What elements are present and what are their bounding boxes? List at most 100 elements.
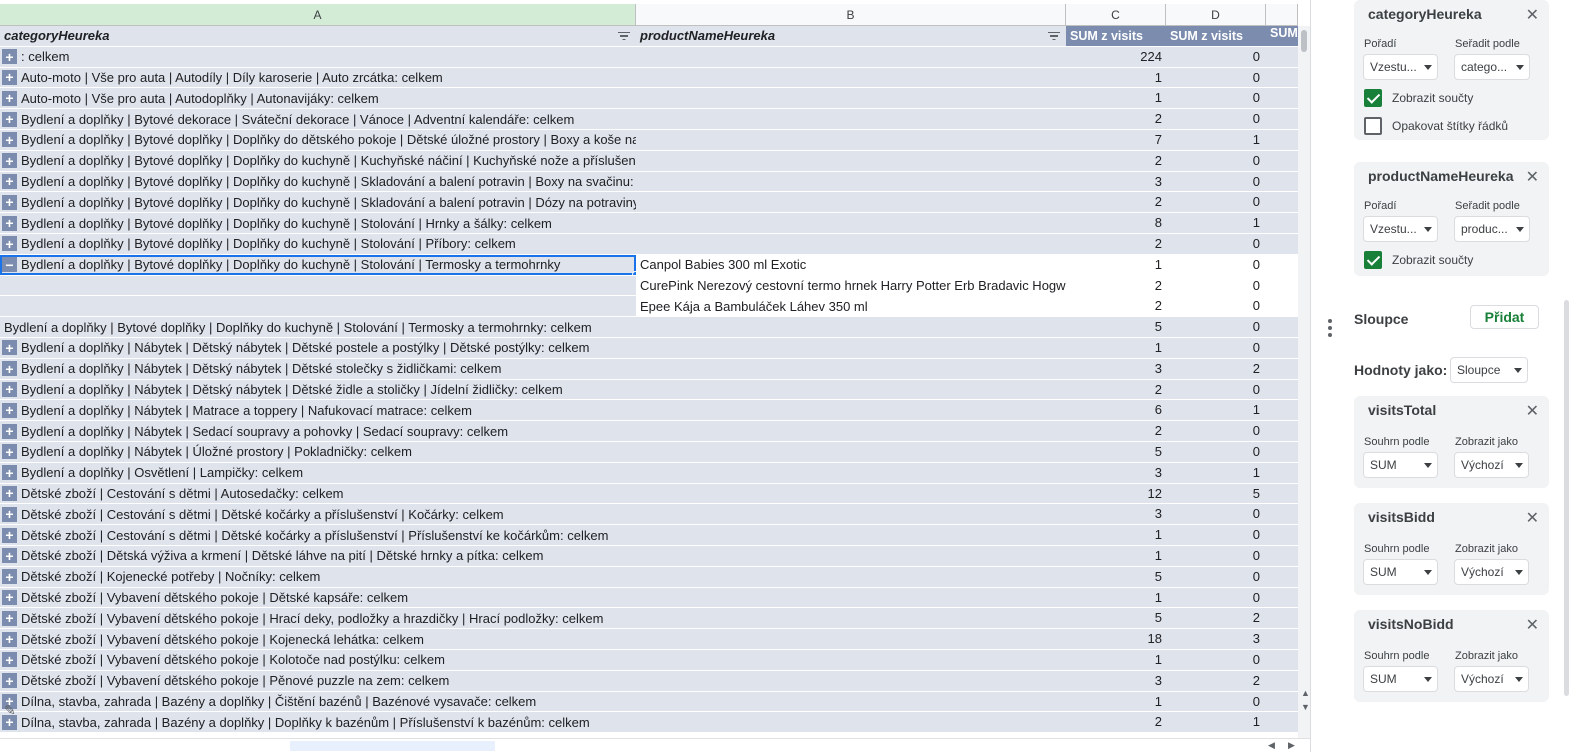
category-cell[interactable]: − Bydlení a doplňky | Bytové doplňky | Do… [0, 254, 636, 275]
expand-icon[interactable]: + [2, 569, 17, 585]
sum-visits-nobidd-cell[interactable] [1266, 400, 1298, 420]
sum-visits-nobidd-cell[interactable] [1266, 296, 1298, 316]
product-cell[interactable] [636, 504, 1066, 524]
sum-visits-bidd-cell[interactable]: 0 [1166, 88, 1266, 108]
sum-visits-bidd-cell[interactable]: 1 [1166, 400, 1266, 420]
sum-visits-bidd-cell[interactable]: 0 [1166, 109, 1266, 129]
sum-visits-total-cell[interactable]: 1 [1066, 650, 1166, 670]
sum-visits-nobidd-cell[interactable] [1266, 276, 1298, 296]
expand-icon[interactable]: + [2, 49, 17, 65]
sum-visits-total-cell[interactable]: 2 [1066, 234, 1166, 254]
category-cell[interactable]: + Bydlení a doplňky | Bytové dekorace | S… [0, 109, 636, 129]
sum-visits-total-cell[interactable]: 1 [1066, 692, 1166, 712]
sum-visits-nobidd-cell[interactable] [1266, 442, 1298, 462]
expand-icon[interactable]: + [2, 381, 17, 397]
category-cell[interactable]: + Dětské zboží | Cestování s dětmi | Děts… [0, 504, 636, 524]
order-dropdown[interactable]: Vzestu... [1363, 216, 1438, 242]
sum-visits-nobidd-cell[interactable] [1266, 546, 1298, 566]
sum-visits-nobidd-cell[interactable] [1266, 484, 1298, 504]
expand-icon[interactable]: + [2, 673, 17, 689]
expand-icon[interactable]: + [2, 465, 17, 481]
sum-visits-bidd-cell[interactable]: 3 [1166, 629, 1266, 649]
sum-visits-total-cell[interactable]: 1 [1066, 68, 1166, 88]
sum-visits-total-cell[interactable]: 3 [1066, 504, 1166, 524]
column-header-a[interactable]: A [0, 4, 636, 26]
vertical-scrollbar[interactable] [1298, 26, 1310, 738]
sum-visits-nobidd-cell[interactable] [1266, 671, 1298, 691]
order-dropdown[interactable]: Vzestu... [1363, 54, 1438, 80]
category-cell[interactable] [0, 275, 636, 296]
scroll-up-icon[interactable]: ▲ [1301, 688, 1310, 698]
expand-icon[interactable]: + [2, 423, 17, 439]
category-cell[interactable]: + Bydlení a doplňky | Nábytek | Dětský ná… [0, 380, 636, 400]
sum-visits-bidd-cell[interactable]: 0 [1166, 68, 1266, 88]
category-cell[interactable]: + Auto-moto | Vše pro auta | Autodoplňky … [0, 88, 636, 108]
expand-icon[interactable]: + [2, 610, 17, 626]
header-cell-sum-visits-bidd[interactable]: SUM z visits [1166, 26, 1266, 46]
category-cell[interactable]: + Dětské zboží | Vybavení dětského pokoje… [0, 650, 636, 670]
sum-visits-total-cell[interactable]: 1 [1066, 338, 1166, 358]
sum-visits-total-cell[interactable]: 7 [1066, 130, 1166, 150]
expand-icon[interactable]: + [2, 485, 17, 501]
category-cell[interactable]: + Dětské zboží | Vybavení dětského pokoje… [0, 629, 636, 649]
sum-visits-total-cell[interactable]: 1 [1066, 88, 1166, 108]
panel-scrollbar[interactable] [1564, 300, 1569, 696]
sum-visits-bidd-cell[interactable]: 2 [1166, 671, 1266, 691]
horizontal-scrollbar[interactable]: ◀ ▶ [0, 738, 1310, 752]
sum-visits-bidd-cell[interactable]: 2 [1166, 608, 1266, 628]
product-cell[interactable] [636, 671, 1066, 691]
expand-icon[interactable]: + [2, 527, 17, 543]
sum-visits-total-cell[interactable]: 2 [1066, 192, 1166, 212]
expand-icon[interactable]: + [2, 652, 17, 668]
summarize-by-dropdown[interactable]: SUM [1363, 452, 1438, 478]
sum-visits-total-cell[interactable]: 2 [1066, 151, 1166, 171]
category-cell[interactable]: + Bydlení a doplňky | Bytové doplňky | Do… [0, 172, 636, 192]
expand-icon[interactable]: + [2, 236, 17, 252]
category-cell[interactable]: + Bydlení a doplňky | Osvětlení | Lampičk… [0, 463, 636, 483]
product-cell[interactable]: CurePink Nerezový cestovní termo hrnek H… [636, 275, 1066, 296]
sum-visits-bidd-cell[interactable]: 0 [1166, 317, 1266, 337]
category-cell[interactable]: + Bydlení a doplňky | Bytové doplňky | Do… [0, 213, 636, 233]
product-cell[interactable] [636, 650, 1066, 670]
sum-visits-total-cell[interactable]: 2 [1066, 296, 1166, 317]
sum-visits-bidd-cell[interactable]: 0 [1166, 192, 1266, 212]
show-as-dropdown[interactable]: Výchozí [1454, 559, 1529, 585]
close-icon[interactable]: ✕ [1526, 615, 1539, 635]
summarize-by-dropdown[interactable]: SUM [1363, 666, 1438, 692]
product-cell[interactable] [636, 47, 1066, 67]
product-cell[interactable] [636, 546, 1066, 566]
header-cell-product[interactable]: productNameHeureka [636, 26, 1066, 46]
sum-visits-nobidd-cell[interactable] [1266, 151, 1298, 171]
more-vert-icon[interactable] [1328, 319, 1332, 340]
sum-visits-bidd-cell[interactable]: 0 [1166, 338, 1266, 358]
expand-icon[interactable]: + [2, 506, 17, 522]
product-cell[interactable] [636, 442, 1066, 462]
sum-visits-total-cell[interactable]: 8 [1066, 213, 1166, 233]
sum-visits-total-cell[interactable]: 1 [1066, 525, 1166, 545]
sum-visits-nobidd-cell[interactable] [1266, 463, 1298, 483]
category-cell[interactable]: + Bydlení a doplňky | Nábytek | Úložné pr… [0, 442, 636, 462]
sort-by-dropdown[interactable]: produc... [1454, 216, 1530, 242]
filter-icon[interactable] [1048, 31, 1060, 41]
sum-visits-bidd-cell[interactable]: 1 [1166, 712, 1266, 732]
category-cell[interactable]: +: celkem [0, 47, 636, 67]
sum-visits-nobidd-cell[interactable] [1266, 650, 1298, 670]
product-cell[interactable] [636, 359, 1066, 379]
sum-visits-nobidd-cell[interactable] [1266, 525, 1298, 545]
show-totals-checkbox[interactable] [1364, 89, 1382, 107]
sum-visits-bidd-cell[interactable]: 0 [1166, 380, 1266, 400]
column-header-b[interactable]: B [636, 4, 1066, 26]
sum-visits-bidd-cell[interactable]: 0 [1166, 588, 1266, 608]
sum-visits-nobidd-cell[interactable] [1266, 380, 1298, 400]
product-cell[interactable] [636, 421, 1066, 441]
filter-icon[interactable] [618, 31, 630, 41]
product-cell[interactable] [636, 400, 1066, 420]
sum-visits-bidd-cell[interactable]: 1 [1166, 130, 1266, 150]
product-cell[interactable] [636, 234, 1066, 254]
sum-visits-nobidd-cell[interactable] [1266, 234, 1298, 254]
sum-visits-nobidd-cell[interactable] [1266, 47, 1298, 67]
product-cell[interactable] [636, 525, 1066, 545]
category-cell[interactable]: + Dětské zboží | Kojenecké potřeby | Nočn… [0, 567, 636, 587]
sum-visits-total-cell[interactable]: 3 [1066, 172, 1166, 192]
product-cell[interactable] [636, 88, 1066, 108]
